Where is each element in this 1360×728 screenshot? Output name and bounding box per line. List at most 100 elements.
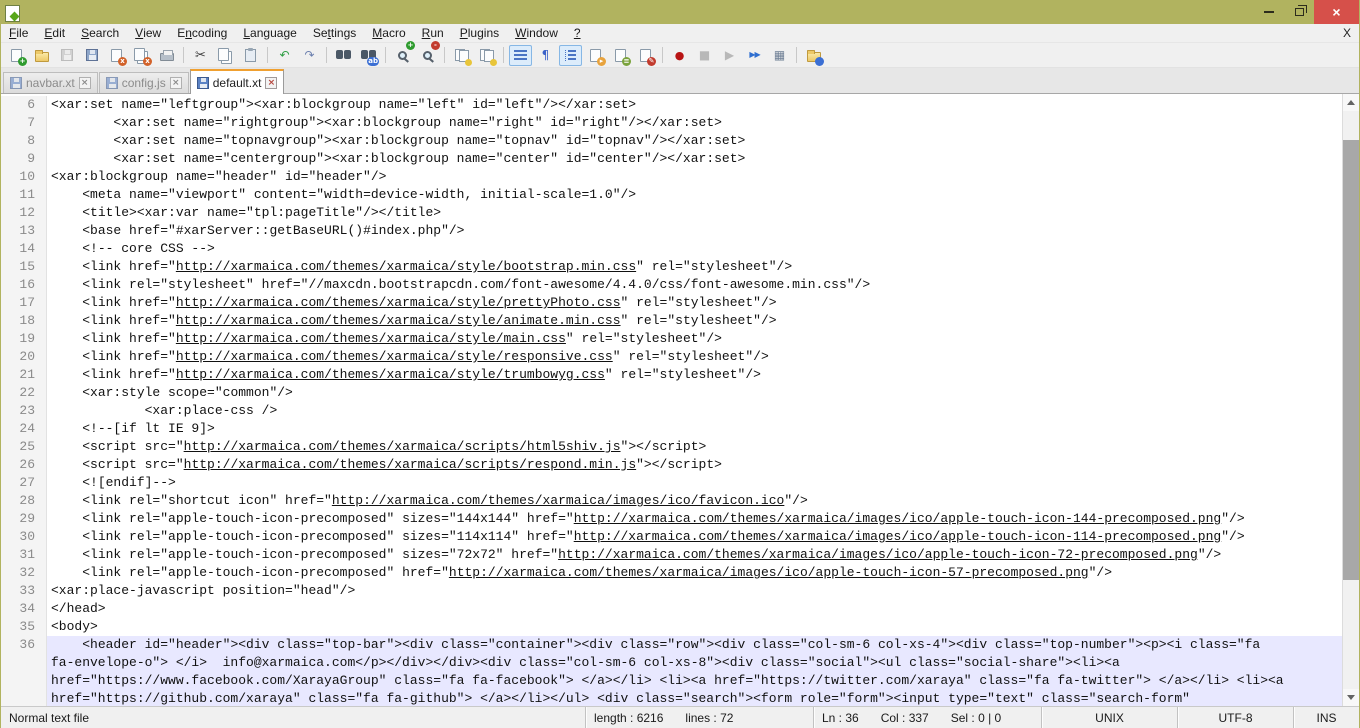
minimize-button[interactable] <box>1254 0 1284 24</box>
find-button[interactable] <box>332 45 355 66</box>
status-typing-mode[interactable]: INS <box>1293 707 1359 728</box>
status-lines: lines : 72 <box>685 711 733 725</box>
show-all-characters-button[interactable]: ¶ <box>534 45 557 66</box>
cut-button[interactable]: ✂ <box>189 45 212 66</box>
function-list-button[interactable]: ≡ <box>609 45 632 66</box>
doc-switcher-button[interactable] <box>802 45 825 66</box>
menu-encoding[interactable]: Encoding <box>169 24 235 42</box>
tab-config-js[interactable]: config.js × <box>99 72 189 93</box>
menu-items: FileEditSearchViewEncodingLanguageSettin… <box>1 24 589 42</box>
toolbar-separator <box>662 47 663 63</box>
editor[interactable]: 6<xar:set name="leftgroup"><xar:blockgro… <box>1 94 1359 706</box>
menu-help[interactable]: ? <box>566 24 589 42</box>
zoom-in-button[interactable]: + <box>391 45 414 66</box>
code-line-14: 14 <!-- core CSS --> <box>1 240 1342 258</box>
code-text: <header id="header"><div class="top-bar"… <box>47 636 1342 706</box>
vertical-scrollbar[interactable] <box>1342 94 1359 706</box>
menu-close-x[interactable]: X <box>1343 24 1351 42</box>
menu-search[interactable]: Search <box>73 24 127 42</box>
url-link[interactable]: http://xarmaica.com/themes/xarmaica/styl… <box>176 349 613 364</box>
menu-window[interactable]: Window <box>507 24 566 42</box>
tab-default-xt[interactable]: default.xt× <box>190 69 285 94</box>
sync-horizontal-scrolling-button[interactable] <box>475 45 498 66</box>
line-number: 27 <box>1 474 47 492</box>
monitoring-button[interactable]: ✎ <box>634 45 657 66</box>
tab-navbar-xt[interactable]: navbar.xt × <box>3 72 98 93</box>
status-encoding[interactable]: UTF-8 <box>1177 707 1293 728</box>
line-number: 31 <box>1 546 47 564</box>
new-file-button[interactable]: + <box>5 45 28 66</box>
paste-button[interactable] <box>239 45 262 66</box>
macro-stop-button[interactable]: ■ <box>693 45 716 66</box>
url-link[interactable]: http://xarmaica.com/themes/xarmaica/styl… <box>176 313 621 328</box>
restore-button[interactable] <box>1284 0 1314 24</box>
macro-save-button[interactable]: ▦ <box>768 45 791 66</box>
close-all-button[interactable]: x <box>130 45 153 66</box>
zoom-out-button[interactable]: - <box>416 45 439 66</box>
url-link[interactable]: http://xarmaica.com/themes/xarmaica/scri… <box>184 457 636 472</box>
paste-icon <box>245 49 256 62</box>
scroll-down-arrow[interactable] <box>1343 689 1359 706</box>
url-link[interactable]: http://xarmaica.com/themes/xarmaica/imag… <box>558 547 1198 562</box>
menu-run[interactable]: Run <box>414 24 452 42</box>
code-line-23: 23 <xar:place-css /> <box>1 402 1342 420</box>
undo-button[interactable]: ↶ <box>273 45 296 66</box>
url-link[interactable]: http://xarmaica.com/themes/xarmaica/imag… <box>574 529 1222 544</box>
url-link[interactable]: http://xarmaica.com/themes/xarmaica/imag… <box>332 493 784 508</box>
url-link[interactable]: http://xarmaica.com/themes/xarmaica/imag… <box>449 565 1089 580</box>
code-line-28: 28 <link rel="shortcut icon" href="http:… <box>1 492 1342 510</box>
zoom-in-badge: + <box>406 41 415 50</box>
menu-macro[interactable]: Macro <box>364 24 413 42</box>
indent-guide-button[interactable] <box>559 45 582 66</box>
url-link[interactable]: http://xarmaica.com/themes/xarmaica/styl… <box>176 295 621 310</box>
code-area[interactable]: 6<xar:set name="leftgroup"><xar:blockgro… <box>1 94 1342 706</box>
open-folder-button[interactable] <box>30 45 53 66</box>
tab-label: navbar.xt <box>26 76 75 90</box>
url-link[interactable]: http://xarmaica.com/themes/xarmaica/styl… <box>176 367 605 382</box>
status-eol-format[interactable]: UNIX <box>1041 707 1177 728</box>
tab-close-icon[interactable]: × <box>265 77 277 89</box>
menu-plugins[interactable]: Plugins <box>452 24 507 42</box>
menu-language[interactable]: Language <box>235 24 305 42</box>
redo-button[interactable]: ↷ <box>298 45 321 66</box>
replace-button[interactable]: ab <box>357 45 380 66</box>
menu-bar: FileEditSearchViewEncodingLanguageSettin… <box>1 24 1359 43</box>
line-number: 19 <box>1 330 47 348</box>
url-link[interactable]: http://xarmaica.com/themes/xarmaica/styl… <box>176 259 636 274</box>
code-text: <!-- core CSS --> <box>47 240 1342 258</box>
menu-edit[interactable]: Edit <box>36 24 73 42</box>
url-link[interactable]: http://xarmaica.com/themes/xarmaica/imag… <box>574 511 1222 526</box>
url-link[interactable]: http://xarmaica.com/themes/xarmaica/styl… <box>176 331 566 346</box>
menu-file[interactable]: File <box>1 24 36 42</box>
code-text: <xar:set name="topnavgroup"><xar:blockgr… <box>47 132 1342 150</box>
zoom-out-icon <box>423 51 432 60</box>
doc-map-button[interactable]: ▸ <box>584 45 607 66</box>
tab-label: config.js <box>122 76 166 90</box>
scroll-thumb[interactable] <box>1343 140 1359 580</box>
scroll-up-arrow[interactable] <box>1343 94 1359 111</box>
macro-record-button[interactable]: ● <box>668 45 691 66</box>
code-text: <xar:set name="centergroup"><xar:blockgr… <box>47 150 1342 168</box>
copy-button[interactable] <box>214 45 237 66</box>
save-button[interactable] <box>55 45 78 66</box>
macro-play-button[interactable]: ▶ <box>718 45 741 66</box>
tab-close-icon[interactable]: × <box>170 77 182 89</box>
print-button[interactable] <box>155 45 178 66</box>
menu-settings[interactable]: Settings <box>305 24 364 42</box>
word-wrap-button[interactable] <box>509 45 532 66</box>
sync-vertical-scrolling-button[interactable] <box>450 45 473 66</box>
save-all-icon <box>86 49 98 61</box>
url-link[interactable]: http://xarmaica.com/themes/xarmaica/scri… <box>184 439 621 454</box>
code-text: <link rel="stylesheet" href="//maxcdn.bo… <box>47 276 1342 294</box>
save-all-button[interactable] <box>80 45 103 66</box>
macro-run-multiple-icon: ▶▶ <box>749 51 759 59</box>
notepadpp-app-icon <box>5 5 20 22</box>
close-button[interactable]: x <box>105 45 128 66</box>
status-doc-type: Normal text file <box>1 707 585 728</box>
close-button[interactable]: × <box>1314 0 1359 24</box>
menu-view[interactable]: View <box>127 24 169 42</box>
tab-bar: navbar.xt×config.js×default.xt× <box>1 68 1359 94</box>
macro-run-multiple-button[interactable]: ▶▶ <box>743 45 766 66</box>
copy-icon <box>218 48 229 61</box>
tab-close-icon[interactable]: × <box>79 77 91 89</box>
